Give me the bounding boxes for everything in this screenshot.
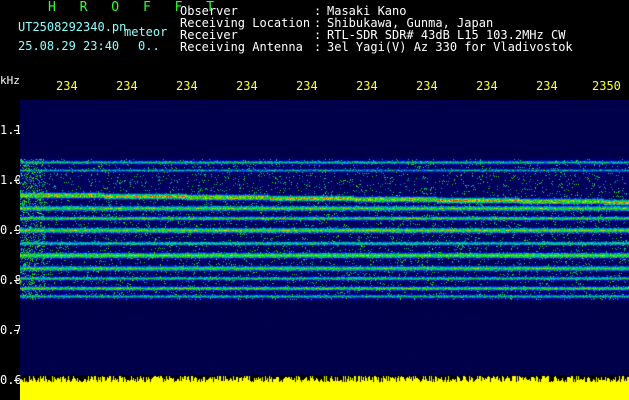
antenna-value: 3el Yagi(V) Az 330 for Vladivostok (327, 40, 573, 54)
time-label-end: 2350 (592, 79, 621, 93)
antenna-label: Receiving Antenna (180, 40, 303, 54)
mode-label: meteor (124, 25, 168, 39)
file-name: UT2508292340.pn (18, 20, 127, 34)
count-value: 0.. (138, 39, 160, 53)
freq-tick (14, 230, 19, 231)
freq-tick (14, 380, 19, 381)
freq-tick (14, 280, 19, 281)
hroft-window: H R O F F T UT2508292340.pn meteor 25.08… (0, 0, 629, 400)
date-time: 25.08.29 23:40 (18, 39, 120, 53)
frequency-unit-label: kHz (0, 74, 20, 87)
amplitude-bar (20, 375, 629, 400)
time-label: 234 (416, 79, 438, 93)
time-label: 234 (176, 79, 198, 93)
freq-tick (14, 130, 19, 131)
time-label: 234 (536, 79, 558, 93)
time-label: 234 (476, 79, 498, 93)
time-label: 234 (236, 79, 258, 93)
time-label: 234 (56, 79, 78, 93)
time-label: 234 (356, 79, 378, 93)
freq-tick (14, 330, 19, 331)
spectrogram-canvas (20, 100, 629, 375)
antenna-sep: : (314, 40, 322, 54)
time-label: 234 (116, 79, 138, 93)
freq-tick (14, 180, 19, 181)
time-label: 234 (296, 79, 318, 93)
